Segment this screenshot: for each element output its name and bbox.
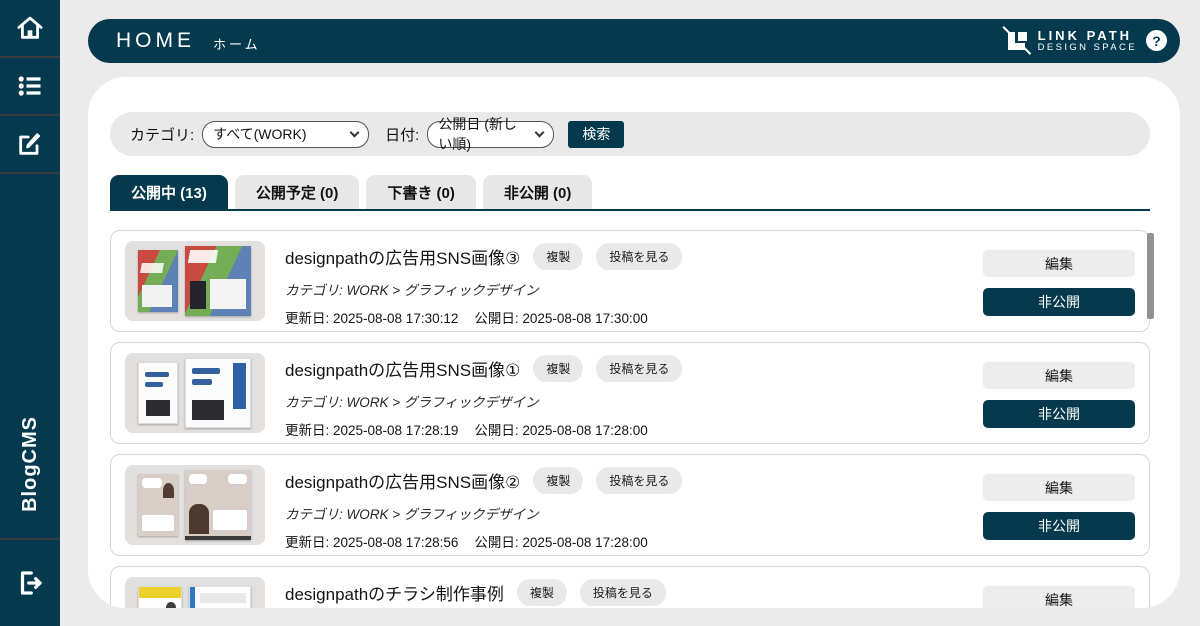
view-post-button[interactable]: 投稿を見る bbox=[596, 355, 682, 382]
unpublish-button[interactable]: 非公開 bbox=[983, 288, 1135, 316]
post-actions: 編集 bbox=[983, 577, 1135, 608]
tab-published[interactable]: 公開中 (13) bbox=[110, 175, 228, 209]
post-info: designpathのチラシ制作事例 複製 投稿を見る bbox=[285, 577, 963, 608]
page-header: HOME ホーム LINK PATH DESIGN SPACE ? bbox=[88, 19, 1180, 63]
scrollbar-thumb[interactable] bbox=[1147, 233, 1154, 319]
post-thumbnail bbox=[125, 465, 265, 545]
post-info: designpathの広告用SNS画像② 複製 投稿を見る カテゴリ: WORK… bbox=[285, 465, 963, 545]
sidebar-item-logout[interactable] bbox=[0, 540, 60, 626]
post-title: designpathの広告用SNS画像③ bbox=[285, 244, 520, 269]
post-title: designpathのチラシ制作事例 bbox=[285, 580, 504, 605]
date-select[interactable]: 公開日 (新しい順) bbox=[427, 121, 554, 148]
post-updated-date: 更新日: 2025-08-08 17:28:19 bbox=[285, 419, 458, 439]
edit-button[interactable]: 編集 bbox=[983, 250, 1135, 277]
search-button[interactable]: 検索 bbox=[568, 121, 624, 148]
post-info: designpathの広告用SNS画像③ 複製 投稿を見る カテゴリ: WORK… bbox=[285, 241, 963, 321]
page-subtitle: ホーム bbox=[213, 34, 261, 53]
logout-icon bbox=[15, 568, 45, 598]
post-card: designpathのチラシ制作事例 複製 投稿を見る 編集 bbox=[110, 566, 1150, 608]
post-card: designpathの広告用SNS画像② 複製 投稿を見る カテゴリ: WORK… bbox=[110, 454, 1150, 556]
logo-line2: DESIGN SPACE bbox=[1038, 43, 1137, 53]
edit-button[interactable]: 編集 bbox=[983, 586, 1135, 608]
duplicate-button[interactable]: 複製 bbox=[533, 355, 583, 382]
tab-draft[interactable]: 下書き (0) bbox=[366, 175, 476, 209]
header-right: LINK PATH DESIGN SPACE ? bbox=[1005, 29, 1167, 54]
sidebar-item-new-post[interactable] bbox=[0, 116, 60, 174]
edit-button[interactable]: 編集 bbox=[983, 362, 1135, 389]
chevron-down-icon bbox=[350, 127, 360, 137]
sidebar-item-post-list[interactable] bbox=[0, 58, 60, 116]
logo-line1: LINK PATH bbox=[1038, 29, 1137, 43]
sidebar-item-home[interactable] bbox=[0, 0, 60, 58]
date-filter-label: 日付: bbox=[385, 124, 419, 145]
post-category: カテゴリ: WORK > グラフィックデザイン bbox=[285, 391, 963, 411]
linkpath-logo-text: LINK PATH DESIGN SPACE bbox=[1038, 29, 1137, 54]
filter-bar: カテゴリ: すべて(WORK) 日付: 公開日 (新しい順) 検索 bbox=[110, 112, 1150, 156]
chevron-down-icon bbox=[535, 127, 545, 137]
post-updated-date: 更新日: 2025-08-08 17:28:56 bbox=[285, 531, 458, 551]
post-actions: 編集 非公開 bbox=[983, 465, 1135, 545]
edit-icon bbox=[16, 130, 44, 158]
page-title: HOME bbox=[116, 29, 195, 53]
status-tabs: 公開中 (13) 公開予定 (0) 下書き (0) 非公開 (0) bbox=[110, 175, 1150, 211]
post-actions: 編集 非公開 bbox=[983, 353, 1135, 433]
post-card: designpathの広告用SNS画像③ 複製 投稿を見る カテゴリ: WORK… bbox=[110, 230, 1150, 332]
cms-brand: BlogCMS bbox=[19, 416, 42, 512]
post-card: designpathの広告用SNS画像① 複製 投稿を見る カテゴリ: WORK… bbox=[110, 342, 1150, 444]
view-post-button[interactable]: 投稿を見る bbox=[580, 579, 666, 606]
linkpath-logo-icon bbox=[1005, 29, 1029, 53]
sidebar: BlogCMS bbox=[0, 0, 60, 626]
tab-unpublished[interactable]: 非公開 (0) bbox=[483, 175, 593, 209]
category-filter-label: カテゴリ: bbox=[130, 124, 194, 145]
post-info: designpathの広告用SNS画像① 複製 投稿を見る カテゴリ: WORK… bbox=[285, 353, 963, 433]
category-select[interactable]: すべて(WORK) bbox=[202, 121, 369, 148]
tab-scheduled[interactable]: 公開予定 (0) bbox=[235, 175, 360, 209]
list-icon bbox=[16, 72, 44, 100]
post-published-date: 公開日: 2025-08-08 17:28:00 bbox=[474, 531, 647, 551]
unpublish-button[interactable]: 非公開 bbox=[983, 512, 1135, 540]
help-icon[interactable]: ? bbox=[1146, 30, 1167, 51]
category-select-value: すべて(WORK) bbox=[213, 124, 306, 144]
duplicate-button[interactable]: 複製 bbox=[517, 579, 567, 606]
post-published-date: 公開日: 2025-08-08 17:30:00 bbox=[474, 307, 647, 327]
post-list: designpathの広告用SNS画像③ 複製 投稿を見る カテゴリ: WORK… bbox=[110, 230, 1150, 608]
main-panel: カテゴリ: すべて(WORK) 日付: 公開日 (新しい順) 検索 公開中 (1… bbox=[88, 77, 1180, 608]
duplicate-button[interactable]: 複製 bbox=[533, 467, 583, 494]
post-title: designpathの広告用SNS画像① bbox=[285, 356, 520, 381]
sidebar-brand-area: BlogCMS bbox=[0, 174, 60, 540]
post-category: カテゴリ: WORK > グラフィックデザイン bbox=[285, 279, 963, 299]
post-thumbnail bbox=[125, 241, 265, 321]
post-title: designpathの広告用SNS画像② bbox=[285, 468, 520, 493]
date-select-value: 公開日 (新しい順) bbox=[438, 114, 528, 154]
post-actions: 編集 非公開 bbox=[983, 241, 1135, 321]
post-category: カテゴリ: WORK > グラフィックデザイン bbox=[285, 503, 963, 523]
edit-button[interactable]: 編集 bbox=[983, 474, 1135, 501]
view-post-button[interactable]: 投稿を見る bbox=[596, 467, 682, 494]
unpublish-button[interactable]: 非公開 bbox=[983, 400, 1135, 428]
post-published-date: 公開日: 2025-08-08 17:28:00 bbox=[474, 419, 647, 439]
post-thumbnail bbox=[125, 577, 265, 608]
post-updated-date: 更新日: 2025-08-08 17:30:12 bbox=[285, 307, 458, 327]
view-post-button[interactable]: 投稿を見る bbox=[596, 243, 682, 270]
duplicate-button[interactable]: 複製 bbox=[533, 243, 583, 270]
home-icon bbox=[16, 14, 44, 42]
post-thumbnail bbox=[125, 353, 265, 433]
